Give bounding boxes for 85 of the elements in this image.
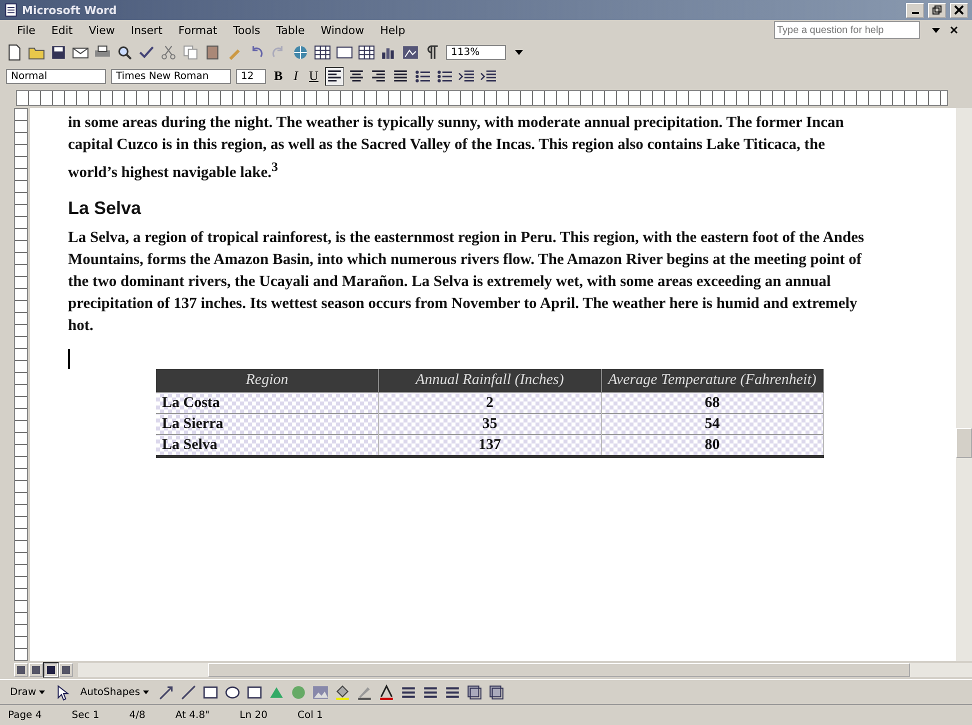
font-color-icon[interactable] <box>378 684 396 700</box>
rectangle-icon[interactable] <box>202 684 220 700</box>
close-button[interactable] <box>950 2 968 18</box>
menu-item[interactable]: Edit <box>44 22 80 38</box>
scroll-thumb[interactable] <box>208 663 910 677</box>
scissors-icon[interactable] <box>160 44 177 60</box>
table-cell: 80 <box>601 434 824 457</box>
globe-icon[interactable] <box>292 44 309 60</box>
bucket-icon[interactable] <box>334 684 352 700</box>
table-cell: 137 <box>378 434 601 457</box>
view-button[interactable] <box>14 663 28 677</box>
horizontal-scrollbar[interactable] <box>78 663 972 677</box>
minimize-icon <box>912 12 918 14</box>
align-button[interactable] <box>392 68 410 84</box>
view-button[interactable] <box>29 663 43 677</box>
align-button[interactable] <box>348 68 366 84</box>
underline-button[interactable]: U <box>306 68 322 84</box>
page-icon[interactable] <box>6 44 23 60</box>
magnifier-icon[interactable] <box>116 44 133 60</box>
minimize-button[interactable] <box>906 2 924 18</box>
table-icon[interactable] <box>314 44 331 60</box>
dropdown-arrow-icon <box>143 688 150 694</box>
menu-item[interactable]: Tools <box>226 22 268 38</box>
restore-icon <box>932 5 942 15</box>
body-paragraph: La Selva, a region of tropical rainforest, is the easternmost region in Peru. This region, with the eastern foot of the Andes Mountains, forms the Amazon Basin, into which numerous rivers flow. The Amazon River begins at the meeting point of the two dominant rivers, the Ucayali and Marañon. La Selva is extremely wet, with some areas exceeding an annual precipitation of 137 inches. Its wettest season occurs from November to April. The weather here is humid and extremely hot. <box>68 228 866 336</box>
arrow-icon[interactable] <box>158 684 176 700</box>
dropdown-arrow-icon <box>39 688 46 694</box>
bullet-list-icon[interactable] <box>414 68 432 84</box>
menu-item[interactable]: File <box>10 22 42 38</box>
font-size-dropdown[interactable]: 12 <box>236 68 266 84</box>
view-button[interactable] <box>44 663 58 677</box>
indent-icon[interactable] <box>458 68 476 84</box>
status-field: Page 4 <box>8 710 42 720</box>
status-field: 4/8 <box>129 710 146 720</box>
table-cell: La Selva <box>156 434 378 457</box>
align-button[interactable] <box>370 68 388 84</box>
autoshapes-menu-button[interactable]: AutoShapes <box>76 686 154 698</box>
menu-item[interactable]: View <box>82 22 122 38</box>
zoom-dropdown[interactable]: 113% <box>446 44 506 60</box>
table-cell: 54 <box>601 414 824 435</box>
table-cell: 2 <box>378 392 601 414</box>
menu-item[interactable]: Insert <box>124 22 170 38</box>
grid-icon[interactable] <box>358 44 375 60</box>
vertical-scrollbar[interactable] <box>956 108 972 661</box>
menu-item[interactable]: Table <box>269 22 312 38</box>
frame-icon[interactable] <box>336 44 353 60</box>
table-cell: La Costa <box>156 392 378 414</box>
body-paragraph: in some areas during the night. The weather is typically sunny, with moderate annual precipitation. The former Incan capital Cuzco is in this region, as well as the Sacred Valley of the Incas. This region also contains Lake Titicaca, the world’s highest navigable lake.$^{3}$ <box>68 113 845 184</box>
status-field: At 4.8" <box>175 710 210 720</box>
ellipse-icon[interactable] <box>224 684 242 700</box>
style-dropdown[interactable]: Normal <box>6 68 106 84</box>
font-dropdown[interactable]: Times New Roman <box>111 68 231 84</box>
table-cell: 68 <box>601 392 824 414</box>
view-button[interactable] <box>59 663 73 677</box>
help-search-field[interactable]: Type a question for help <box>774 21 920 39</box>
column-header: Average Temperature (Fahrenheit) <box>601 369 824 393</box>
close-icon[interactable] <box>950 26 958 34</box>
document-icon <box>4 3 18 17</box>
italic-button[interactable]: I <box>290 68 302 84</box>
status-field: Ln 20 <box>240 710 268 720</box>
align-button[interactable] <box>326 68 344 84</box>
window-title: Microsoft Word <box>22 4 117 16</box>
section-heading: La Selva <box>68 198 142 220</box>
bold-button[interactable]: B <box>271 68 286 84</box>
menu-item[interactable]: Window <box>314 22 372 38</box>
copy-icon[interactable] <box>182 44 199 60</box>
status-field: Sec 1 <box>72 710 100 720</box>
dropdown-arrow-icon[interactable] <box>515 48 523 56</box>
menu-item[interactable]: Format <box>171 22 224 38</box>
status-field: Col 1 <box>297 710 323 720</box>
text-cursor <box>68 349 70 370</box>
check-icon[interactable] <box>138 44 155 60</box>
close-icon <box>954 5 964 15</box>
menu-item[interactable]: Help <box>373 22 412 38</box>
dropdown-arrow-icon[interactable] <box>932 26 940 34</box>
table-cell: La Sierra <box>156 414 378 435</box>
column-header: Annual Rainfall (Inches) <box>378 369 601 393</box>
scroll-thumb[interactable] <box>956 428 972 458</box>
column-header: Region <box>156 369 378 393</box>
table-cell: 35 <box>378 414 601 435</box>
draw-menu-button[interactable]: Draw <box>6 686 50 698</box>
shadow-icon[interactable] <box>466 684 484 700</box>
line-icon[interactable] <box>180 684 198 700</box>
restore-button[interactable] <box>928 2 946 18</box>
textbox-icon[interactable] <box>246 684 264 700</box>
